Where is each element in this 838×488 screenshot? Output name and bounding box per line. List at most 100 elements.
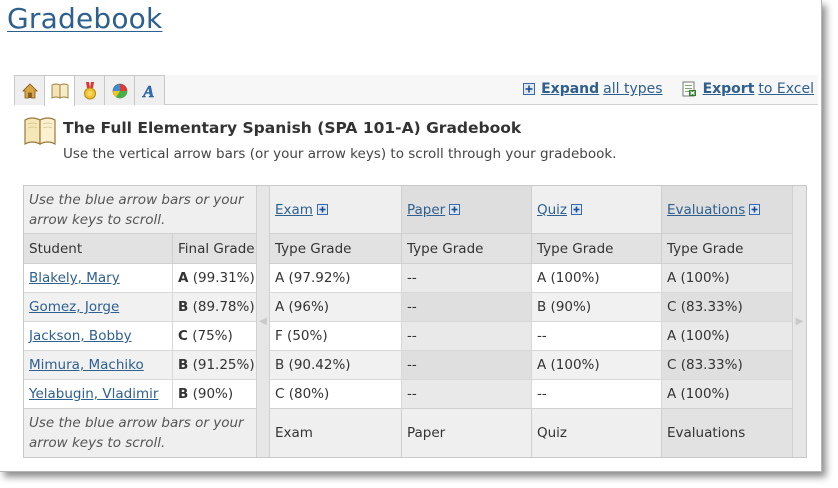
evaluations-type-link[interactable]: Evaluations: [667, 201, 761, 218]
final-grade-cell: C (75%): [172, 322, 256, 351]
student-link[interactable]: Yelabugin, Vladimir: [29, 386, 158, 402]
book-icon: [51, 83, 69, 99]
student-column-header: Student: [24, 234, 172, 264]
expand-plus-icon: [523, 83, 536, 95]
type-header-evaluations: Evaluations: [661, 186, 792, 234]
chevron-right-icon: ▶: [795, 316, 804, 327]
gradebook-book-icon: [23, 116, 57, 150]
final-percent: (89.78%): [192, 299, 255, 315]
student-link[interactable]: Gomez, Jorge: [29, 299, 119, 315]
home-icon: [21, 82, 38, 99]
award-icon: [83, 81, 97, 100]
exam-subheader: Type Grade: [270, 234, 401, 264]
evaluations-subheader: Type Grade: [661, 234, 792, 264]
grade-cell-evaluations: A (100%): [661, 322, 792, 351]
expand-paper-icon: [449, 204, 461, 215]
final-letter: B: [178, 299, 189, 315]
scroll-hint-bottom: Use the blue arrow bars or your arrow ke…: [24, 409, 256, 457]
export-label-bold: Export: [702, 81, 755, 97]
paper-subheader: Type Grade: [401, 234, 531, 264]
grade-cell-exam: F (50%): [270, 322, 401, 351]
grade-cell-exam: B (90.42%): [270, 351, 401, 380]
type-header-paper: Paper: [401, 186, 531, 234]
grade-cell-paper: --: [401, 380, 531, 409]
paper-type-label: Paper: [407, 201, 446, 218]
view-tabs: A: [14, 75, 165, 106]
svg-text:A: A: [142, 82, 154, 100]
grade-cell-quiz: B (90%): [531, 293, 661, 322]
grade-cell-evaluations: C (83.33%): [661, 293, 792, 322]
table-row-student: Gomez, Jorge: [24, 293, 172, 322]
grade-cell-paper: --: [401, 351, 531, 380]
footer-type-evaluations: Evaluations: [661, 409, 792, 457]
toolbar-actions: Expand all types Export to Excel: [505, 81, 814, 97]
paper-type-link[interactable]: Paper: [407, 201, 461, 218]
gradebook-instructions: Use the vertical arrow bars (or your arr…: [63, 146, 617, 162]
grade-cell-paper: --: [401, 322, 531, 351]
chevron-left-icon: ◀: [259, 316, 267, 327]
final-letter: B: [178, 386, 189, 402]
grade-cell-paper: --: [401, 264, 531, 293]
table-row-student: Mimura, Machiko: [24, 351, 172, 380]
grade-cell-exam: A (96%): [270, 293, 401, 322]
table-row-student: Blakely, Mary: [24, 264, 172, 293]
gradebook-heading: The Full Elementary Spanish (SPA 101-A) …: [63, 119, 522, 137]
grade-cell-quiz: A (100%): [531, 264, 661, 293]
table-row-student: Jackson, Bobby: [24, 322, 172, 351]
quiz-type-link[interactable]: Quiz: [537, 201, 583, 218]
quiz-subheader: Type Grade: [531, 234, 661, 264]
grade-cell-paper: --: [401, 293, 531, 322]
final-grade-cell: B (90%): [172, 380, 256, 409]
expand-quiz-icon: [571, 204, 583, 215]
type-header-exam: Exam: [270, 186, 401, 234]
tab-home[interactable]: [14, 75, 45, 105]
footer-type-paper: Paper: [401, 409, 531, 457]
final-grade-cell: B (89.78%): [172, 293, 256, 322]
page-title[interactable]: Gradebook: [7, 2, 162, 35]
grade-cell-evaluations: A (100%): [661, 264, 792, 293]
tab-gradebook[interactable]: [44, 75, 75, 106]
gradebook-toolbar: A Expand all types Export to Excel: [14, 75, 818, 106]
gradebook-window: Gradebook A Expand all types Export to E…: [0, 0, 822, 472]
final-percent: (91.25%): [192, 357, 255, 373]
expand-all-types-link[interactable]: Expand all types: [523, 81, 663, 97]
student-link[interactable]: Jackson, Bobby: [29, 328, 132, 344]
scroll-right-arrow-bar[interactable]: ▶: [792, 186, 806, 457]
export-label-rest: to Excel: [758, 81, 814, 97]
final-letter: B: [178, 357, 189, 373]
expand-label-bold: Expand: [541, 81, 600, 97]
scroll-left-arrow-bar[interactable]: ◀: [256, 186, 270, 457]
final-letter: A: [178, 270, 189, 286]
footer-type-quiz: Quiz: [531, 409, 661, 457]
final-letter: C: [178, 328, 188, 344]
grade-cell-quiz: --: [531, 380, 661, 409]
expand-evaluations-icon: [749, 204, 761, 215]
tab-awards[interactable]: [74, 75, 105, 105]
final-grade-cell: A (99.31%): [172, 264, 256, 293]
final-percent: (99.31%): [192, 270, 255, 286]
student-link[interactable]: Blakely, Mary: [29, 270, 120, 286]
type-header-quiz: Quiz: [531, 186, 661, 234]
letter-a-icon: A: [142, 82, 158, 100]
scroll-hint-top: Use the blue arrow bars or your arrow ke…: [24, 186, 256, 234]
expand-exam-icon: [316, 204, 328, 215]
grade-cell-quiz: --: [531, 322, 661, 351]
student-link[interactable]: Mimura, Machiko: [29, 357, 144, 373]
grade-cell-evaluations: C (83.33%): [661, 351, 792, 380]
final-grade-column-header: Final Grade: [172, 234, 256, 264]
final-percent: (75%): [192, 328, 233, 344]
exam-type-label: Exam: [275, 201, 313, 218]
grade-cell-exam: C (80%): [270, 380, 401, 409]
grade-cell-exam: A (97.92%): [270, 264, 401, 293]
export-to-excel-link[interactable]: Export to Excel: [681, 81, 814, 97]
evaluations-type-label: Evaluations: [667, 201, 746, 218]
gradebook-grid: Use the blue arrow bars or your arrow ke…: [23, 185, 807, 458]
tab-statistics[interactable]: [104, 75, 135, 105]
final-percent: (90%): [192, 386, 234, 402]
tab-letter-grades[interactable]: A: [134, 75, 165, 105]
exam-type-link[interactable]: Exam: [275, 202, 328, 218]
grade-cell-evaluations: A (100%): [661, 380, 792, 409]
final-grade-cell: B (91.25%): [172, 351, 256, 380]
quiz-type-label: Quiz: [537, 201, 568, 218]
table-row-student: Yelabugin, Vladimir: [24, 380, 172, 409]
